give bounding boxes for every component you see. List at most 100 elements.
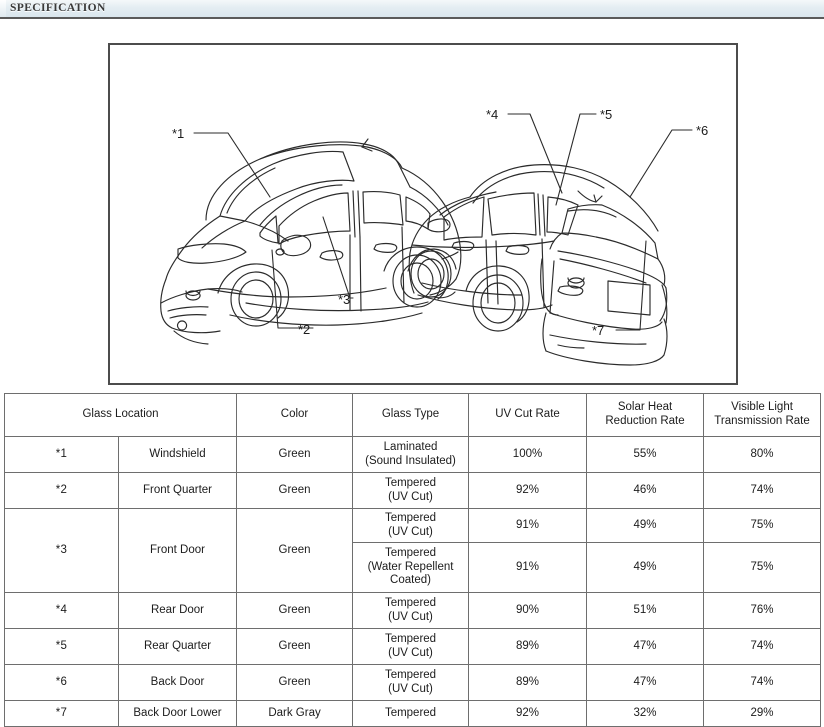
row-uv-cut-rate: 100% [468, 436, 588, 473]
row-uv-cut-rate: 92% [468, 472, 588, 509]
row-visible-light-transmission-rate: 74% [703, 628, 822, 666]
row-reference: *3 [4, 507, 119, 594]
callout-label-4: *4 [486, 107, 498, 122]
header-glass-type: Glass Type [352, 393, 470, 437]
row-uv-cut-rate: 89% [468, 628, 588, 666]
rear-view-car-body [407, 164, 668, 366]
row-reference: *2 [4, 472, 119, 509]
glass-type-line-2: (Water Repellent [367, 560, 454, 573]
glass-type-line-2: (UV Cut) [388, 646, 433, 659]
row-glass-type: Tempered (UV Cut) [352, 472, 470, 509]
specification-header-bar: SPECIFICATION [0, 0, 824, 19]
row-glass-type: Tempered (UV Cut) [352, 664, 470, 702]
row-glass-type: Tempered (Water Repellent Coated) [352, 542, 470, 594]
callout-label-2: *2 [298, 322, 310, 337]
glass-specification-table: Glass Location Color Glass Type UV Cut R… [3, 393, 822, 727]
row-location: Back Door Lower [117, 700, 238, 727]
row-glass-type: Tempered [352, 700, 470, 727]
row-glass-type: Tempered (UV Cut) [352, 628, 470, 666]
header-color: Color [236, 393, 354, 437]
row-glass-type: Laminated (Sound Insulated) [352, 436, 470, 473]
glass-type-line-1: Tempered [384, 512, 437, 524]
glass-type-line-1: Tempered [384, 547, 437, 560]
glass-type-line-2: (UV Cut) [388, 610, 433, 623]
header-visible-light-transmission-rate: Visible Light Transmission Rate [703, 393, 822, 437]
glass-type-line-2: (UV Cut) [388, 682, 433, 695]
header-uv-cut-rate: UV Cut Rate [468, 393, 588, 437]
row-reference: *6 [4, 664, 119, 702]
row-color: Green [236, 436, 354, 473]
row-reference: *4 [4, 592, 119, 630]
row-solar-heat-reduction-rate: 47% [586, 628, 705, 666]
page-title: SPECIFICATION [10, 2, 106, 14]
row-location: Rear Door [117, 592, 238, 630]
row-solar-heat-reduction-rate: 47% [586, 664, 705, 702]
glass-type-line-1: Tempered [384, 669, 437, 682]
row-uv-cut-rate: 89% [468, 664, 588, 702]
row-location: Front Quarter [117, 472, 238, 509]
glass-type-line-3: Coated) [390, 574, 431, 587]
table-row: *1 Windshield Green Laminated (Sound Ins… [4, 436, 822, 473]
row-solar-heat-reduction-rate: 49% [586, 507, 705, 544]
front-view-car-body [160, 138, 462, 345]
table-row: *5 Rear Quarter Green Tempered (UV Cut) … [4, 628, 822, 666]
row-solar-heat-reduction-rate: 32% [586, 700, 705, 727]
row-uv-cut-rate: 91% [468, 542, 588, 594]
header-left-accent [0, 0, 6, 17]
glass-type-line-1: Tempered [384, 633, 437, 646]
table-row: *3 Front Door Green Tempered (UV Cut) 91… [4, 507, 822, 594]
row-location: Windshield [117, 436, 238, 473]
row-reference: *1 [4, 436, 119, 473]
vehicle-glass-diagram: *1 *2 *3 *4 *5 *6 *7 [160, 107, 708, 366]
table-row: *6 Back Door Green Tempered (UV Cut) 89%… [4, 664, 822, 702]
row-uv-cut-rate: 90% [468, 592, 588, 630]
row-location: Back Door [117, 664, 238, 702]
glass-location-illustration-panel: *1 *2 *3 *4 *5 *6 *7 [108, 43, 738, 385]
glass-type-line-1: Laminated [383, 440, 438, 453]
row-reference: *5 [4, 628, 119, 666]
header-visible-line-2: Transmission Rate [714, 415, 810, 427]
glass-type-line-1: Tempered [384, 476, 437, 489]
callout-label-5: *5 [600, 107, 612, 122]
header-solar-heat-reduction-rate: Solar Heat Reduction Rate [586, 393, 705, 437]
row-visible-light-transmission-rate: 74% [703, 472, 822, 509]
table-header-row: Glass Location Color Glass Type UV Cut R… [3, 393, 822, 437]
row-solar-heat-reduction-rate: 46% [586, 472, 705, 509]
row-reference: *7 [4, 700, 119, 727]
row-color: Green [236, 628, 354, 666]
header-solar-line-1: Solar Heat [617, 401, 673, 414]
glass-type-line-2: (UV Cut) [388, 525, 433, 538]
row-uv-cut-rate: 92% [468, 700, 588, 727]
row-glass-type: Tempered (UV Cut) [352, 507, 470, 544]
row-location: Rear Quarter [117, 628, 238, 666]
row-location: Front Door [117, 507, 238, 594]
header-glass-location: Glass Location [3, 393, 238, 437]
row-solar-heat-reduction-rate: 49% [586, 542, 705, 594]
callout-label-3: *3 [338, 292, 350, 307]
table-row: *2 Front Quarter Green Tempered (UV Cut)… [4, 472, 822, 509]
header-solar-line-2: Reduction Rate [605, 415, 685, 427]
header-visible-line-1: Visible Light [731, 401, 793, 414]
callout-label-1: *1 [172, 126, 184, 141]
row-glass-type: Tempered (UV Cut) [352, 592, 470, 630]
table-row: *7 Back Door Lower Dark Gray Tempered 92… [4, 700, 822, 727]
callout-label-6: *6 [696, 123, 708, 138]
row-color: Green [236, 507, 354, 594]
row-color: Dark Gray [236, 700, 354, 727]
row-visible-light-transmission-rate: 75% [703, 507, 822, 544]
row-uv-cut-rate: 91% [468, 507, 588, 544]
glass-type-line-1: Tempered [384, 597, 437, 610]
row-visible-light-transmission-rate: 80% [703, 436, 822, 473]
table-row: *4 Rear Door Green Tempered (UV Cut) 90%… [4, 592, 822, 630]
row-solar-heat-reduction-rate: 51% [586, 592, 705, 630]
row-visible-light-transmission-rate: 75% [703, 542, 822, 594]
glass-type-line-2: (UV Cut) [388, 490, 433, 503]
callout-label-7: *7 [592, 323, 604, 338]
row-visible-light-transmission-rate: 74% [703, 664, 822, 702]
row-color: Green [236, 472, 354, 509]
glass-type-line-2: (Sound Insulated) [365, 454, 456, 467]
row-color: Green [236, 592, 354, 630]
row-visible-light-transmission-rate: 76% [703, 592, 822, 630]
row-solar-heat-reduction-rate: 55% [586, 436, 705, 473]
row-color: Green [236, 664, 354, 702]
